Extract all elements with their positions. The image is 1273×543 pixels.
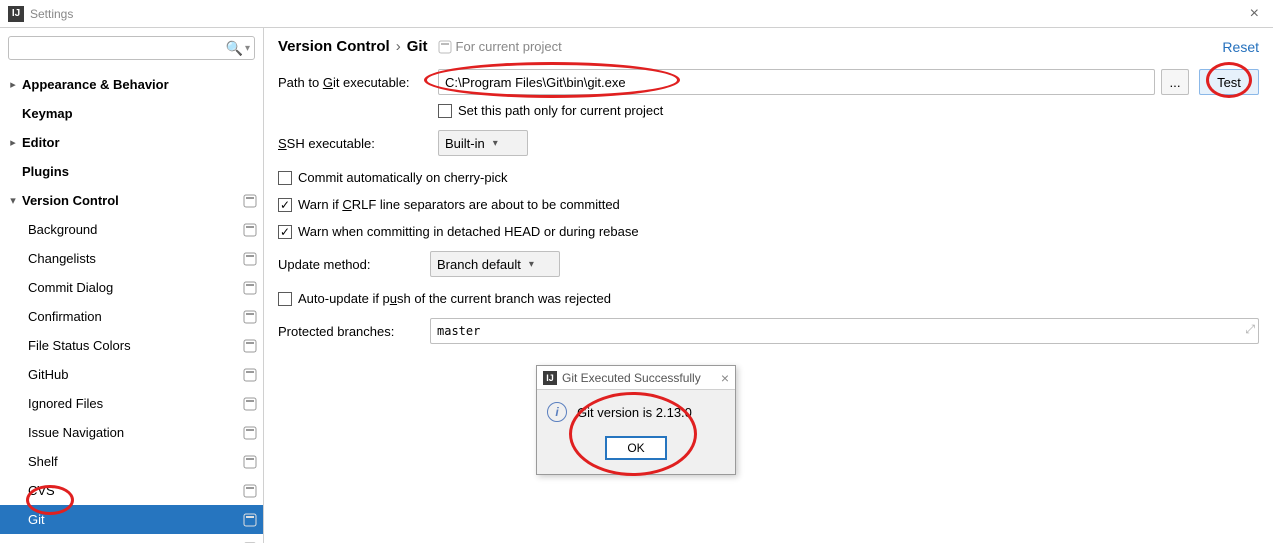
sidebar-item-confirmation[interactable]: Confirmation — [0, 302, 263, 331]
expand-icon[interactable]: ⤢ — [1245, 322, 1255, 337]
auto-update-checkbox[interactable] — [278, 292, 292, 306]
dialog-title: Git Executed Successfully — [562, 371, 701, 385]
app-icon: IJ — [543, 371, 557, 385]
sidebar-item-label: CVS — [28, 483, 243, 498]
sidebar-item-label: Git — [28, 512, 243, 527]
settings-search-input[interactable] — [13, 41, 226, 56]
sidebar-item-label: Background — [28, 222, 243, 237]
sidebar-item-commit-dialog[interactable]: Commit Dialog — [0, 273, 263, 302]
chevron-down-icon: ▾ — [6, 194, 20, 207]
search-icon: 🔍 — [226, 40, 243, 57]
ssh-executable-select[interactable]: Built-in▾ — [438, 130, 528, 156]
browse-button[interactable]: ... — [1161, 69, 1189, 95]
sidebar-item-mercurial[interactable]: Mercurial — [0, 534, 263, 543]
settings-tree: ▸Appearance & BehaviorKeymap▸EditorPlugi… — [0, 68, 263, 543]
sidebar-item-label: Editor — [22, 135, 257, 150]
protected-branches-label: Protected branches: — [278, 324, 430, 339]
breadcrumb: Version Control›Git — [278, 38, 428, 55]
detached-warn-checkbox[interactable] — [278, 225, 292, 239]
window-titlebar: IJ Settings × — [0, 0, 1273, 28]
cherry-pick-label: Commit automatically on cherry-pick — [298, 170, 508, 185]
git-path-label: Path to Git executable: — [278, 75, 438, 90]
sidebar-item-ignored-files[interactable]: Ignored Files — [0, 389, 263, 418]
search-dropdown-icon[interactable]: ▾ — [245, 43, 250, 54]
sidebar-item-label: Changelists — [28, 251, 243, 266]
update-method-label: Update method: — [278, 257, 430, 272]
sidebar-item-plugins[interactable]: Plugins — [0, 157, 263, 186]
sidebar-item-appearance-behavior[interactable]: ▸Appearance & Behavior — [0, 70, 263, 99]
dialog-titlebar: IJ Git Executed Successfully × — [537, 366, 735, 390]
sidebar-item-label: Ignored Files — [28, 396, 243, 411]
sidebar-item-label: Appearance & Behavior — [22, 77, 257, 92]
sidebar-item-version-control[interactable]: ▾Version Control — [0, 186, 263, 215]
sidebar-item-label: Version Control — [22, 193, 243, 208]
sidebar-item-changelists[interactable]: Changelists — [0, 244, 263, 273]
dialog-close-button[interactable]: × — [721, 370, 729, 386]
sidebar-item-label: Commit Dialog — [28, 280, 243, 295]
sidebar-item-label: Keymap — [22, 106, 257, 121]
sidebar-item-label: Shelf — [28, 454, 243, 469]
set-path-project-only-label: Set this path only for current project — [458, 103, 663, 118]
sidebar-item-cvs[interactable]: CVS — [0, 476, 263, 505]
settings-search[interactable]: 🔍 ▾ — [8, 36, 255, 60]
settings-main-panel: Version Control›Git For current project … — [264, 28, 1273, 543]
app-icon: IJ — [8, 6, 24, 22]
sidebar-item-file-status-colors[interactable]: File Status Colors — [0, 331, 263, 360]
git-test-result-dialog: IJ Git Executed Successfully × i Git ver… — [536, 365, 736, 475]
chevron-down-icon: ▾ — [493, 138, 498, 149]
sidebar-item-label: Confirmation — [28, 309, 243, 324]
reset-link[interactable]: Reset — [1222, 39, 1259, 55]
sidebar-item-github[interactable]: GitHub — [0, 360, 263, 389]
window-close-button[interactable]: × — [1244, 5, 1265, 23]
ssh-executable-label: SSH executable: — [278, 136, 438, 151]
dialog-ok-button[interactable]: OK — [605, 436, 667, 460]
auto-update-label: Auto-update if push of the current branc… — [298, 291, 611, 306]
crlf-warn-label: Warn if CRLF line separators are about t… — [298, 197, 620, 212]
set-path-project-only-checkbox[interactable] — [438, 104, 452, 118]
git-path-input[interactable] — [438, 69, 1155, 95]
sidebar-item-editor[interactable]: ▸Editor — [0, 128, 263, 157]
dialog-message: Git version is 2.13.0 — [577, 405, 692, 420]
sidebar-item-label: GitHub — [28, 367, 243, 382]
sidebar-item-keymap[interactable]: Keymap — [0, 99, 263, 128]
chevron-down-icon: ▾ — [529, 259, 534, 270]
settings-sidebar: 🔍 ▾ ▸Appearance & BehaviorKeymap▸EditorP… — [0, 28, 264, 543]
crlf-warn-checkbox[interactable] — [278, 198, 292, 212]
update-method-select[interactable]: Branch default▾ — [430, 251, 560, 277]
sidebar-item-shelf[interactable]: Shelf — [0, 447, 263, 476]
sidebar-item-git[interactable]: Git — [0, 505, 263, 534]
protected-branches-input[interactable] — [430, 318, 1259, 344]
sidebar-item-label: File Status Colors — [28, 338, 243, 353]
sidebar-item-background[interactable]: Background — [0, 215, 263, 244]
window-title: Settings — [30, 7, 73, 21]
cherry-pick-checkbox[interactable] — [278, 171, 292, 185]
sidebar-item-label: Plugins — [22, 164, 257, 179]
sidebar-item-issue-navigation[interactable]: Issue Navigation — [0, 418, 263, 447]
detached-warn-label: Warn when committing in detached HEAD or… — [298, 224, 639, 239]
chevron-right-icon: ▸ — [6, 78, 20, 91]
info-icon: i — [547, 402, 567, 422]
project-scope-badge: For current project — [438, 39, 562, 54]
test-button[interactable]: Test — [1199, 69, 1259, 95]
sidebar-item-label: Issue Navigation — [28, 425, 243, 440]
chevron-right-icon: ▸ — [6, 136, 20, 149]
